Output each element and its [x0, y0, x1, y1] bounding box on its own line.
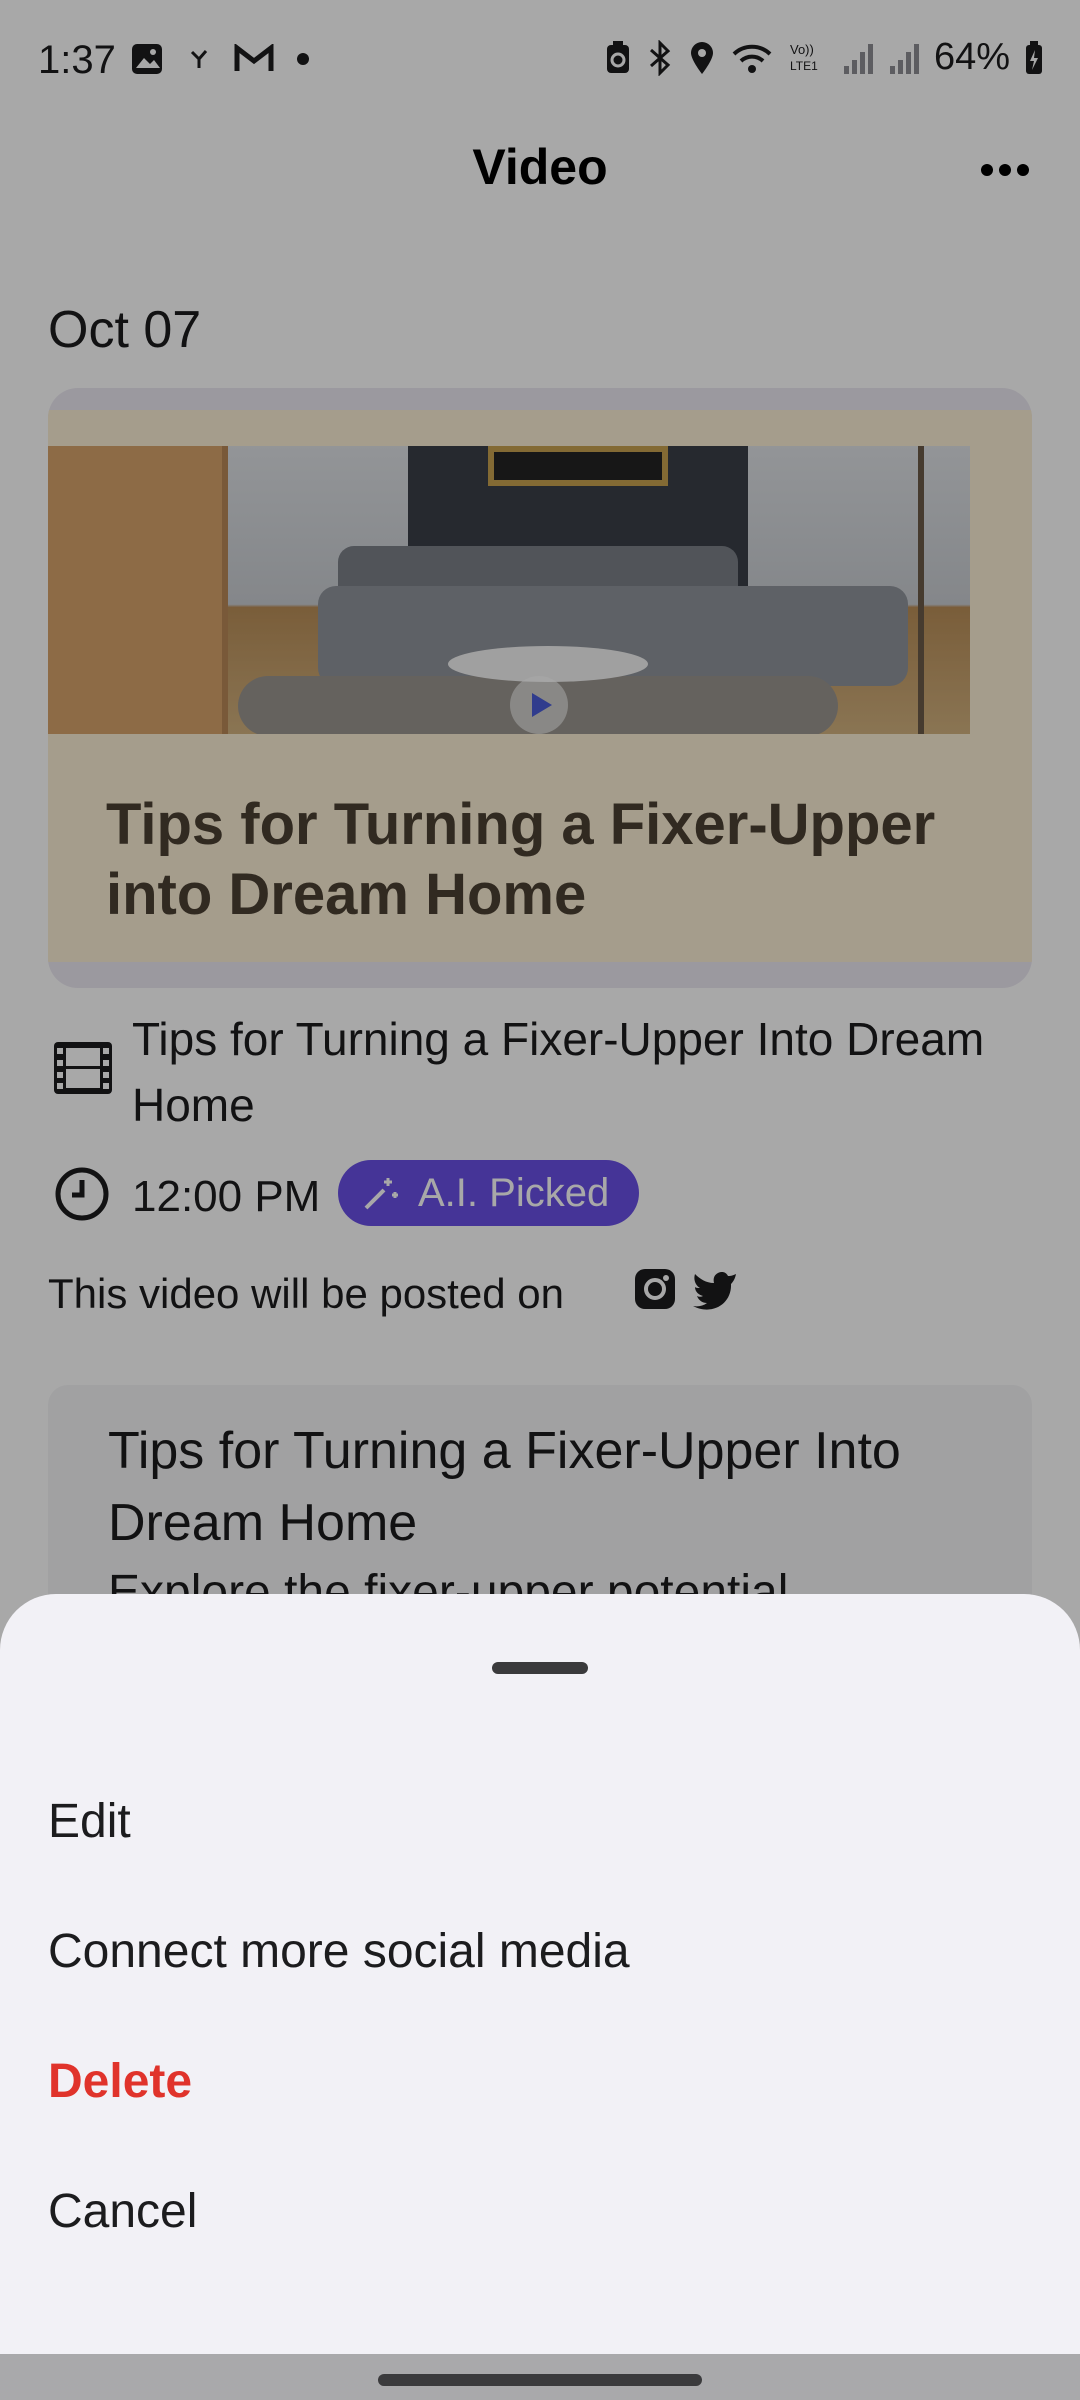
delete-menu-item[interactable]: Delete	[48, 2054, 192, 2109]
connect-social-media-menu-item[interactable]: Connect more social media	[48, 1924, 630, 1979]
edit-menu-item[interactable]: Edit	[48, 1794, 131, 1849]
system-navigation-bar	[0, 2354, 1080, 2400]
home-gesture-pill[interactable]	[378, 2374, 702, 2386]
action-bottom-sheet: Edit Connect more social media Delete Ca…	[0, 1594, 1080, 2354]
cancel-menu-item[interactable]: Cancel	[48, 2184, 197, 2239]
sheet-drag-handle[interactable]	[492, 1662, 588, 1674]
